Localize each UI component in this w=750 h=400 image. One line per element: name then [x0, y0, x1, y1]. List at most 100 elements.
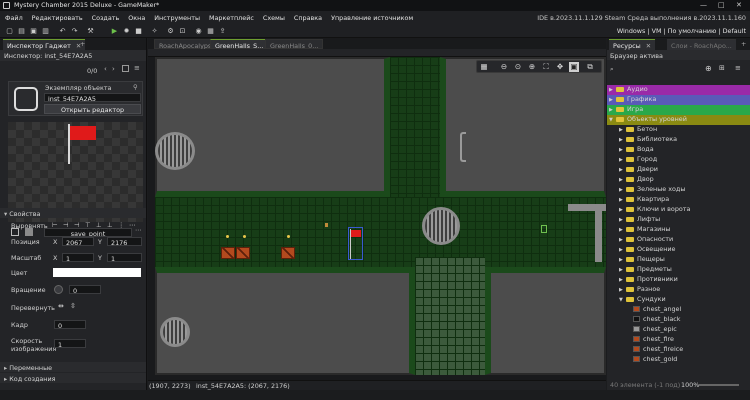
small-item[interactable]: [325, 223, 328, 227]
view-icon[interactable]: ⊞: [719, 64, 725, 72]
asset-item[interactable]: chest_black: [607, 315, 750, 325]
menu-marketplace[interactable]: Маркетплейс: [209, 14, 254, 22]
rotation-field[interactable]: 0: [69, 285, 101, 294]
run-icon[interactable]: ▶: [110, 27, 119, 35]
new-icon[interactable]: ▢: [5, 27, 14, 35]
menu-help[interactable]: Справка: [294, 14, 322, 22]
fit-icon[interactable]: ⛶: [541, 62, 551, 72]
align-top-icon[interactable]: ⊤: [85, 221, 91, 229]
align-bottom-icon[interactable]: ⊥: [107, 221, 113, 229]
folder-lighting[interactable]: ▶ Освещение: [607, 245, 750, 255]
menu-create[interactable]: Создать: [92, 14, 120, 22]
frame-field[interactable]: 0: [54, 320, 86, 329]
folder-water[interactable]: ▶ Вода: [607, 145, 750, 155]
clean-icon[interactable]: ✧: [150, 27, 159, 35]
save-icon[interactable]: ▣: [29, 27, 38, 35]
tab-layers[interactable]: Слои - RoachApo...: [667, 39, 736, 50]
folder-apartment[interactable]: ▶ Квартира: [607, 195, 750, 205]
distribute-icon[interactable]: ⋮: [118, 221, 124, 229]
menu-icon[interactable]: ≡: [134, 64, 140, 72]
folder-shops[interactable]: ▶ Магазины: [607, 225, 750, 235]
zoom-out-icon[interactable]: ⊖: [499, 62, 509, 72]
flip-vertical-icon[interactable]: ⇳: [70, 302, 76, 310]
snap-icon[interactable]: ▣: [569, 62, 579, 72]
stop-icon[interactable]: ■: [134, 27, 143, 35]
center-icon[interactable]: ✥: [555, 62, 565, 72]
folder-concrete[interactable]: ▶ Бетон: [607, 125, 750, 135]
instance-name-field[interactable]: inst_54E7A2A5: [44, 93, 141, 102]
package-icon[interactable]: ⊡: [178, 27, 187, 35]
rotation-knob-icon[interactable]: [54, 285, 63, 294]
pos-y-field[interactable]: 2176: [107, 237, 142, 246]
open-icon[interactable]: ▤: [17, 27, 26, 35]
group-level-objects[interactable]: ▼ Объекты уровней: [607, 115, 750, 125]
align-right-icon[interactable]: ⊣: [74, 221, 80, 229]
next-icon[interactable]: ›: [112, 65, 115, 73]
build-icon[interactable]: ⚒: [86, 27, 95, 35]
align-more-icon[interactable]: ⋯: [129, 221, 135, 229]
undo-icon[interactable]: ↶: [58, 27, 67, 35]
lock-icon[interactable]: [122, 65, 129, 72]
zoom-reset-icon[interactable]: ⊙: [513, 62, 523, 72]
grid-view-icon[interactable]: ▦: [479, 62, 489, 72]
search-icon[interactable]: ⌕: [610, 65, 614, 74]
flip-horizontal-icon[interactable]: ⇹: [58, 302, 64, 310]
tab-resources[interactable]: Ресурсы ✕: [609, 39, 656, 50]
crate[interactable]: [281, 247, 295, 259]
creation-code-header[interactable]: ▸ Код создания: [0, 373, 146, 383]
tab-greenhalls-0[interactable]: GreenHalls_0...: [265, 39, 324, 50]
export-icon[interactable]: ⇪: [218, 27, 227, 35]
align-vcenter-icon[interactable]: ⊥: [96, 221, 102, 229]
zoom-slider[interactable]: [699, 384, 739, 386]
speed-field[interactable]: 1: [54, 339, 86, 348]
asset-item[interactable]: chest_gold: [607, 355, 750, 365]
sewer-grate[interactable]: [422, 207, 460, 245]
menu-schemes[interactable]: Схемы: [263, 14, 285, 22]
sewer-grate[interactable]: [160, 317, 190, 347]
group-audio[interactable]: ▶ Аудио: [607, 85, 750, 95]
align-left-icon[interactable]: ⊢: [52, 221, 58, 229]
crate[interactable]: [221, 247, 235, 259]
color-swatch[interactable]: [53, 268, 141, 277]
target-icon[interactable]: ◉: [194, 27, 203, 35]
zoom-in-icon[interactable]: ⊕: [527, 62, 537, 72]
maximize-icon[interactable]: □: [718, 1, 725, 9]
asset-item[interactable]: chest_angel: [607, 305, 750, 315]
grid-icon[interactable]: ▦: [206, 27, 215, 35]
wall-switch[interactable]: [541, 225, 547, 233]
pos-x-field[interactable]: 2067: [62, 237, 94, 246]
folder-city[interactable]: ▶ Город: [607, 155, 750, 165]
group-game[interactable]: ▶ Игра: [607, 105, 750, 115]
coin[interactable]: [243, 235, 246, 238]
folder-keys-and-gates[interactable]: ▶ Ключи и ворота: [607, 205, 750, 215]
align-hcenter-icon[interactable]: ⊣: [63, 221, 69, 229]
properties-header[interactable]: ▾ Свойства: [0, 208, 146, 218]
prev-icon[interactable]: ‹: [104, 65, 107, 73]
layers-icon[interactable]: ⧉: [585, 62, 595, 72]
close-icon[interactable]: ✕: [646, 42, 651, 50]
folder-elevators[interactable]: ▶ Лифты: [607, 215, 750, 225]
asset-item[interactable]: chest_epic: [607, 325, 750, 335]
asset-item[interactable]: chest_fire: [607, 335, 750, 345]
folder-yard[interactable]: ▶ Двор: [607, 175, 750, 185]
tab-greenhalls-s[interactable]: GreenHalls_S...: [210, 39, 269, 50]
folder-hazards[interactable]: ▶ Опасности: [607, 235, 750, 245]
folder-chests[interactable]: ▼ Сундуки: [607, 295, 750, 305]
sewer-grate[interactable]: [155, 132, 195, 170]
menu-source-control[interactable]: Управление источником: [331, 14, 413, 22]
redo-icon[interactable]: ↷: [70, 27, 79, 35]
settings-icon[interactable]: ⚙: [166, 27, 175, 35]
asset-item[interactable]: chest_fireice: [607, 345, 750, 355]
tab-inspector[interactable]: Инспектор Гаджет ✕: [3, 39, 86, 50]
close-icon[interactable]: ✕: [736, 1, 742, 9]
folder-items[interactable]: ▶ Предметы: [607, 265, 750, 275]
scale-x-field[interactable]: 1: [62, 253, 94, 262]
debug-icon[interactable]: ✹: [122, 27, 131, 35]
room-canvas[interactable]: [155, 57, 606, 375]
scale-y-field[interactable]: 1: [107, 253, 142, 262]
minimize-icon[interactable]: —: [700, 1, 707, 9]
variables-header[interactable]: ▸ Переменные: [0, 362, 146, 372]
folder-enemies[interactable]: ▶ Противники: [607, 275, 750, 285]
save-all-icon[interactable]: ▥: [41, 27, 50, 35]
add-tab-icon[interactable]: +: [741, 40, 746, 48]
